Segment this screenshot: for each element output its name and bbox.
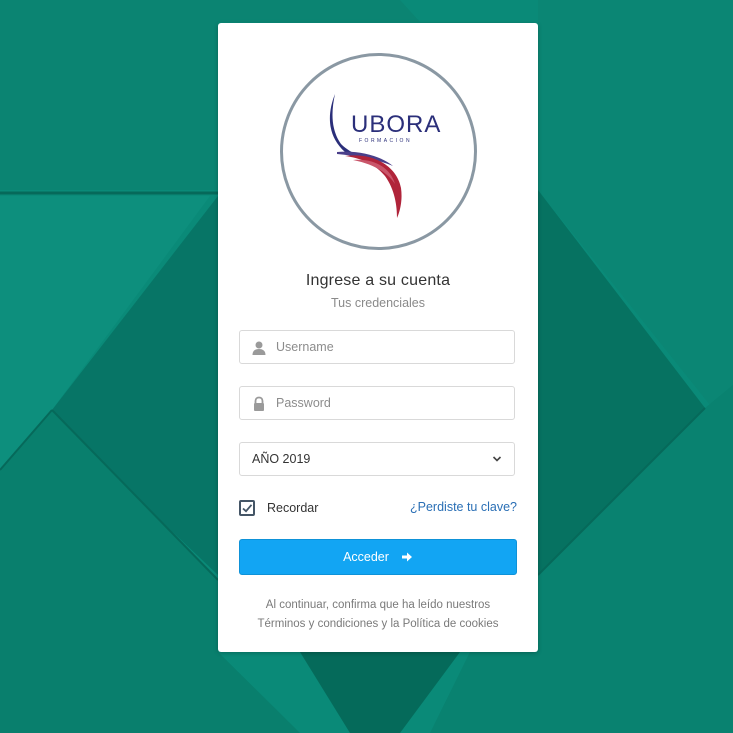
page-subtitle: Tus credenciales xyxy=(330,296,426,310)
remember-checkbox[interactable] xyxy=(239,500,255,516)
checkmark-icon xyxy=(242,504,253,513)
username-input[interactable] xyxy=(276,331,506,363)
password-field[interactable] xyxy=(239,386,515,420)
ubora-logo-icon: UBORA FORMACION xyxy=(329,94,441,218)
legal-notice: Al continuar, confirma que ha leído nues… xyxy=(218,596,538,634)
logo-tagline: FORMACION xyxy=(359,138,412,144)
legal-line-2[interactable]: Términos y condiciones y la Política de … xyxy=(218,615,538,634)
logo: UBORA FORMACION xyxy=(280,53,477,250)
username-field[interactable] xyxy=(239,330,515,364)
user-icon xyxy=(252,341,266,355)
lock-icon xyxy=(254,396,264,411)
login-button[interactable]: Acceder xyxy=(239,539,517,575)
forgot-password-link[interactable]: ¿Perdiste tu clave? xyxy=(410,500,517,514)
year-select-value: AÑO 2019 xyxy=(252,452,311,466)
password-input[interactable] xyxy=(276,387,506,419)
legal-line-1: Al continuar, confirma que ha leído nues… xyxy=(265,599,491,611)
page-title: Ingrese a su cuenta xyxy=(305,272,451,289)
login-card: UBORA FORMACION Ingrese a su cuenta Tus … xyxy=(218,23,538,652)
logo-text: UBORA xyxy=(351,111,441,138)
year-select[interactable]: AÑO 2019 xyxy=(239,442,515,476)
login-button-label: Acceder xyxy=(343,550,389,564)
chevron-down-icon xyxy=(492,456,502,462)
arrow-right-icon xyxy=(401,552,412,562)
remember-label[interactable]: Recordar xyxy=(267,501,318,515)
